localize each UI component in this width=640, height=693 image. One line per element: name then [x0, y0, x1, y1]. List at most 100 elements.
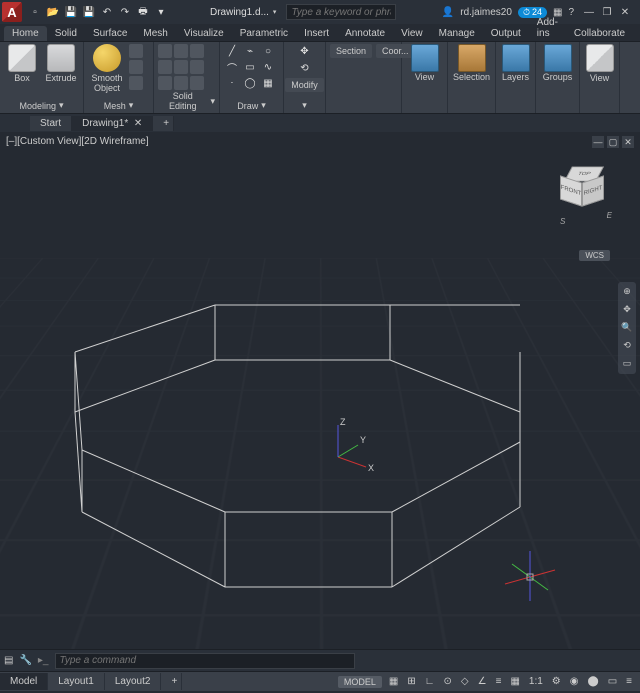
tab-output[interactable]: Output — [483, 26, 529, 41]
section-button[interactable]: Section — [330, 44, 372, 58]
vp-close-icon[interactable]: ✕ — [622, 136, 634, 148]
tab-layout2[interactable]: Layout2 — [105, 673, 162, 690]
circle-icon[interactable]: ○ — [260, 44, 276, 58]
close-button[interactable]: ✕ — [616, 4, 634, 20]
username-label[interactable]: rd.jaimes20 — [460, 7, 512, 18]
box-button[interactable]: Box — [4, 44, 40, 83]
hatch-icon[interactable]: ▦ — [260, 76, 276, 90]
chevron-down-icon[interactable]: ▾ — [129, 100, 134, 111]
customize-status-icon[interactable]: ≡ — [624, 676, 634, 687]
title-dropdown-icon[interactable]: ▾ — [273, 8, 277, 16]
add-layout-button[interactable]: + — [161, 673, 182, 690]
redo-icon[interactable]: ↷ — [118, 5, 132, 19]
ortho-toggle-icon[interactable]: ∟ — [423, 676, 437, 687]
app-logo[interactable]: A — [2, 2, 22, 22]
new-tab-button[interactable]: + — [153, 116, 174, 131]
cmd-customize-icon[interactable]: 🔧 — [19, 655, 31, 666]
saveas-icon[interactable]: 💾 — [82, 5, 96, 19]
point-icon[interactable]: ⋅ — [224, 76, 240, 90]
isolate-icon[interactable]: ◉ — [568, 676, 581, 687]
mesh-tool-3[interactable] — [129, 76, 143, 90]
restore-button[interactable]: ❐ — [598, 4, 616, 20]
line-icon[interactable]: ╱ — [224, 44, 240, 58]
move-icon[interactable]: ✥ — [297, 44, 313, 58]
print-icon[interactable]: 🖶 — [136, 5, 150, 19]
pan-icon[interactable]: ✥ — [621, 304, 633, 316]
polyline-icon[interactable]: ⌁ — [242, 44, 258, 58]
groups-button[interactable]: Groups — [540, 44, 575, 82]
viewport-label[interactable]: [–][Custom View][2D Wireframe] — [6, 136, 149, 147]
tab-drawing1[interactable]: Drawing1* ✕ — [72, 116, 153, 131]
open-icon[interactable]: 📂 — [46, 5, 60, 19]
tab-surface[interactable]: Surface — [85, 26, 135, 41]
union-icon[interactable] — [158, 44, 172, 58]
tab-solid[interactable]: Solid — [47, 26, 85, 41]
viewcube[interactable]: TOP FRONT RIGHT S E — [556, 162, 612, 218]
hardware-accel-icon[interactable]: ⬤ — [586, 676, 601, 687]
selection-button[interactable]: Selection — [452, 44, 491, 82]
rect-icon[interactable]: ▭ — [242, 60, 258, 74]
layers-button[interactable]: Layers — [500, 44, 531, 82]
tab-view[interactable]: View — [393, 26, 431, 41]
ellipse-icon[interactable]: ◯ — [242, 76, 258, 90]
tab-collaborate[interactable]: Collaborate — [566, 26, 633, 41]
snap-toggle-icon[interactable]: ⊞ — [405, 676, 417, 687]
solid-tool-9[interactable] — [190, 76, 204, 90]
save-icon[interactable]: 💾 — [64, 5, 78, 19]
mesh-tool-2[interactable] — [129, 60, 143, 74]
view2-button[interactable]: View — [584, 44, 615, 83]
tab-manage[interactable]: Manage — [431, 26, 483, 41]
otrack-toggle-icon[interactable]: ∠ — [476, 676, 489, 687]
tab-mesh[interactable]: Mesh — [135, 26, 175, 41]
fullnav-icon[interactable]: ⊕ — [621, 286, 633, 298]
view-button[interactable]: View — [406, 44, 443, 82]
solid-tool-4[interactable] — [158, 60, 172, 74]
transparency-icon[interactable]: ▦ — [508, 676, 521, 687]
solid-tool-8[interactable] — [174, 76, 188, 90]
gear-icon[interactable]: ⚙ — [550, 676, 563, 687]
solid-tool-7[interactable] — [158, 76, 172, 90]
tab-featured[interactable]: ▣▾ — [633, 26, 640, 41]
wcs-badge[interactable]: WCS — [579, 250, 610, 261]
chevron-down-icon[interactable]: ▾ — [261, 100, 266, 111]
arc-icon[interactable]: ⌒ — [224, 60, 240, 74]
help-search-input[interactable] — [286, 4, 396, 20]
tab-layout1[interactable]: Layout1 — [48, 673, 105, 690]
chevron-down-icon[interactable]: ▾ — [302, 100, 307, 111]
extrude-button[interactable]: Extrude — [43, 44, 79, 83]
grid-toggle-icon[interactable]: ▦ — [387, 676, 400, 687]
drawing-viewport[interactable]: [–][Custom View][2D Wireframe] — ▢ ✕ TOP… — [0, 132, 640, 649]
tab-parametric[interactable]: Parametric — [232, 26, 296, 41]
clean-screen-icon[interactable]: ▭ — [606, 676, 619, 687]
smooth-object-button[interactable]: Smooth Object — [88, 44, 126, 93]
chevron-down-icon[interactable]: ▾ — [59, 100, 64, 111]
showmotion-icon[interactable]: ▭ — [621, 358, 633, 370]
chevron-down-icon[interactable]: ▾ — [210, 96, 215, 107]
spline-icon[interactable]: ∿ — [260, 60, 276, 74]
vp-maximize-icon[interactable]: ▢ — [607, 136, 619, 148]
modify-button[interactable]: Modify — [285, 78, 324, 92]
zoom-icon[interactable]: 🔍 — [621, 322, 633, 334]
osnap-toggle-icon[interactable]: ◇ — [459, 676, 471, 687]
signin-icon[interactable]: 👤 — [442, 7, 454, 18]
tab-home[interactable]: Home — [4, 26, 47, 41]
tab-insert[interactable]: Insert — [296, 26, 337, 41]
rotate-icon[interactable]: ⟲ — [297, 61, 313, 75]
new-icon[interactable]: ▫ — [28, 5, 42, 19]
minimize-button[interactable]: — — [580, 4, 598, 20]
vp-minimize-icon[interactable]: — — [592, 136, 604, 148]
tab-start[interactable]: Start — [30, 116, 72, 131]
command-input[interactable] — [55, 653, 355, 669]
tab-visualize[interactable]: Visualize — [176, 26, 232, 41]
qat-more-icon[interactable]: ▾ — [154, 5, 168, 19]
tab-model[interactable]: Model — [0, 673, 48, 690]
cmd-history-icon[interactable]: ▤ — [4, 655, 13, 666]
scale-label[interactable]: 1:1 — [527, 676, 545, 687]
subtract-icon[interactable] — [174, 44, 188, 58]
status-model[interactable]: MODEL — [338, 676, 382, 688]
lineweight-icon[interactable]: ≡ — [494, 676, 504, 687]
mesh-tool-1[interactable] — [129, 44, 143, 58]
tab-addins[interactable]: Add-ins — [529, 15, 566, 41]
orbit-icon[interactable]: ⟲ — [621, 340, 633, 352]
help-icon[interactable]: ? — [568, 7, 574, 18]
